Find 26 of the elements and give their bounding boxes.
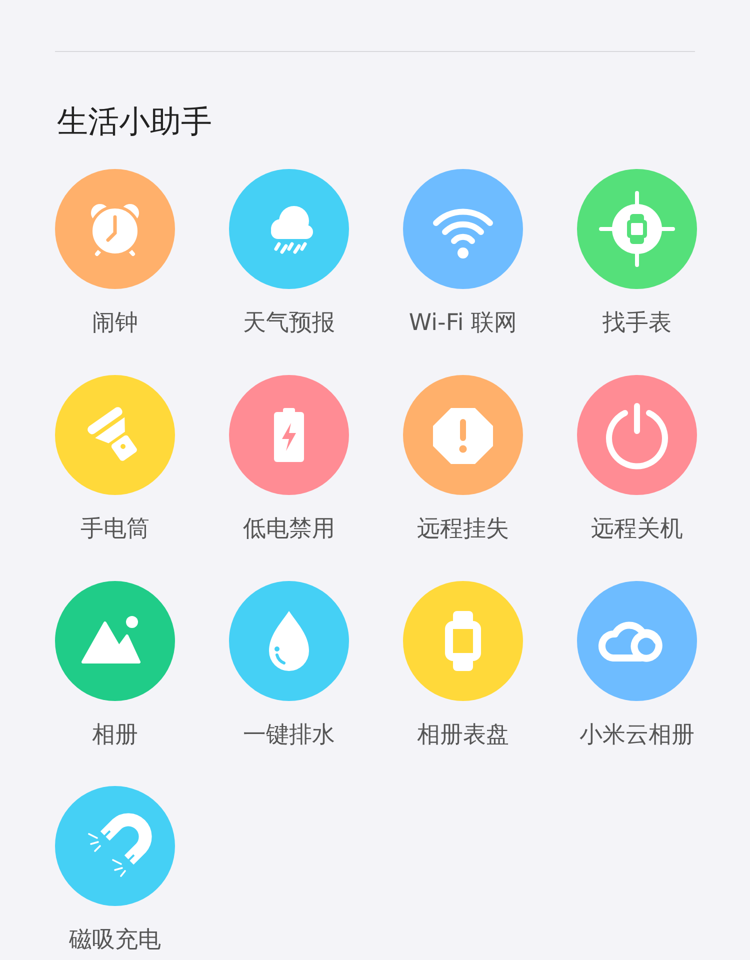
- assistant-button[interactable]: Wi-Fi 联网: [376, 169, 550, 338]
- assistant-button[interactable]: 远程挂失: [376, 374, 550, 544]
- assistant-button[interactable]: 闹钟: [28, 169, 202, 338]
- assistant-button[interactable]: 低电禁用: [202, 374, 376, 544]
- magnet-icon: [55, 786, 175, 906]
- alarm-clock-icon: [55, 169, 175, 290]
- assistant-button[interactable]: 天气预报: [202, 169, 376, 338]
- assistant-button[interactable]: 找手表: [550, 169, 724, 338]
- assistant-button[interactable]: 一键排水: [202, 580, 376, 750]
- flashlight-icon: [55, 374, 175, 495]
- assistant-button[interactable]: 相册: [28, 580, 202, 750]
- section-title: 生活小助手: [57, 104, 213, 142]
- assistant-button[interactable]: 磁吸充电: [28, 786, 202, 956]
- power-icon: [577, 374, 697, 495]
- mountain-icon: [55, 580, 175, 701]
- assistant-button[interactable]: 远程关机: [550, 374, 724, 544]
- assistant-button[interactable]: 相册表盘: [376, 580, 550, 750]
- battery-icon: [229, 374, 349, 495]
- assistant-button[interactable]: 手电筒: [28, 374, 202, 544]
- watch-icon: [403, 580, 523, 701]
- cloud-icon: [577, 580, 697, 701]
- water-drop-icon: [229, 580, 349, 701]
- wifi-icon: [403, 169, 523, 290]
- assistant-button[interactable]: 小米云相册: [550, 580, 724, 750]
- rain-cloud-icon: [229, 169, 349, 290]
- locate-watch-icon: [577, 169, 697, 290]
